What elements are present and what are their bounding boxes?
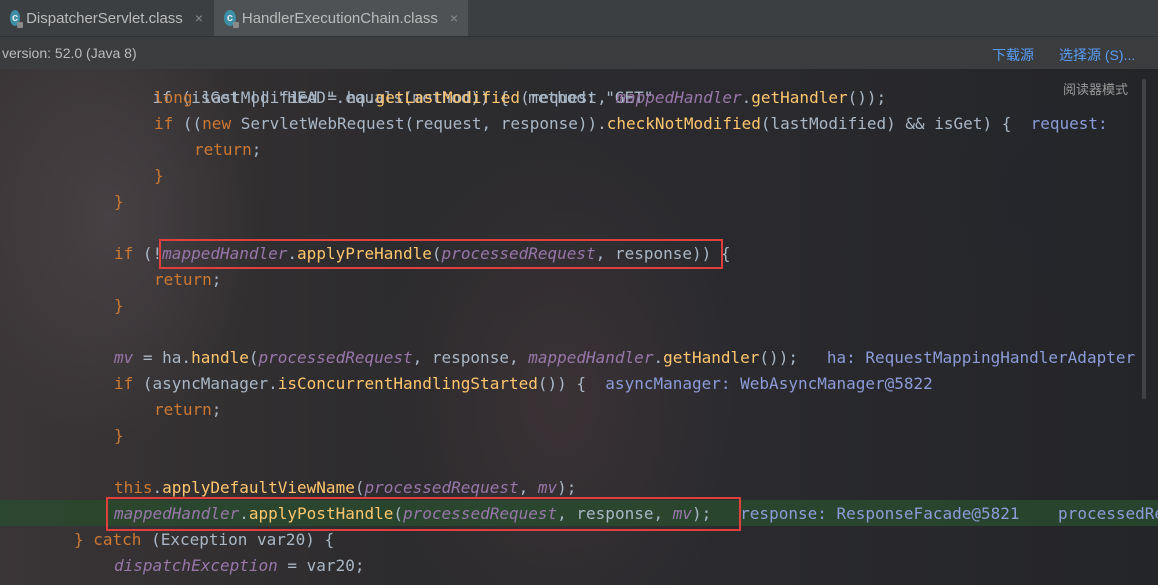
code-line: } xyxy=(114,192,124,211)
code-line: long lastModified = ha.getLastModified(r… xyxy=(154,88,887,107)
close-icon[interactable]: × xyxy=(450,10,458,26)
tab-label: HandlerExecutionChain.class xyxy=(241,9,438,27)
choose-sources-link[interactable]: 选择源 (S)... xyxy=(1059,45,1135,65)
class-file-icon: c xyxy=(224,10,239,28)
class-file-icon: c xyxy=(10,10,24,28)
code-line: } xyxy=(114,296,124,315)
inline-debug-value: asyncManager: WebAsyncManager@5822 xyxy=(586,374,933,393)
code-line: dispatchException = var20; xyxy=(114,556,365,575)
code-line: } xyxy=(154,166,164,185)
inline-debug-value: ha: RequestMappingHandlerAdapter xyxy=(797,348,1136,367)
tab-dispatcher-servlet[interactable]: c DispatcherServlet.class × xyxy=(0,0,213,36)
vertical-scrollbar[interactable] xyxy=(1142,79,1146,399)
code-line: return; xyxy=(194,140,262,159)
class-version-label: version: 52.0 (Java 8) xyxy=(2,45,137,61)
code-line: if ((new ServletWebRequest(request, resp… xyxy=(154,114,1118,133)
code-line: if (isGet || "HEAD".equals(method)) { me… xyxy=(152,88,654,107)
code-editor[interactable]: 阅读器模式 if (isGet || "HEAD".equals(method)… xyxy=(0,69,1158,585)
code-line: return; xyxy=(154,270,222,289)
code-line: } catch (Exception var20) { xyxy=(74,530,335,549)
apply-pre-handle-highlight-box xyxy=(159,239,723,269)
code-line: mv = ha.handle(processedRequest, respons… xyxy=(114,348,1136,367)
inline-debug-value: response: ResponseFacade@5821 processedR… xyxy=(740,504,1158,523)
editor-tab-bar: c DispatcherServlet.class × c HandlerExe… xyxy=(0,0,1158,37)
code-line: if (asyncManager.isConcurrentHandlingSta… xyxy=(114,374,933,393)
tab-label: DispatcherServlet.class xyxy=(26,9,183,27)
tab-handler-execution-chain[interactable]: c HandlerExecutionChain.class × xyxy=(214,0,468,36)
apply-post-handle-highlight-box xyxy=(106,497,741,531)
code-line: } xyxy=(114,426,124,445)
close-icon[interactable]: × xyxy=(195,10,203,26)
inline-debug-value: request: xyxy=(1011,114,1118,133)
decompiler-info-bar: version: 52.0 (Java 8) 下载源 选择源 (S)... xyxy=(0,37,1158,69)
download-sources-link[interactable]: 下载源 xyxy=(992,45,1034,65)
code-line: return; xyxy=(154,400,222,419)
reader-mode-toggle[interactable]: 阅读器模式 xyxy=(1063,79,1128,98)
